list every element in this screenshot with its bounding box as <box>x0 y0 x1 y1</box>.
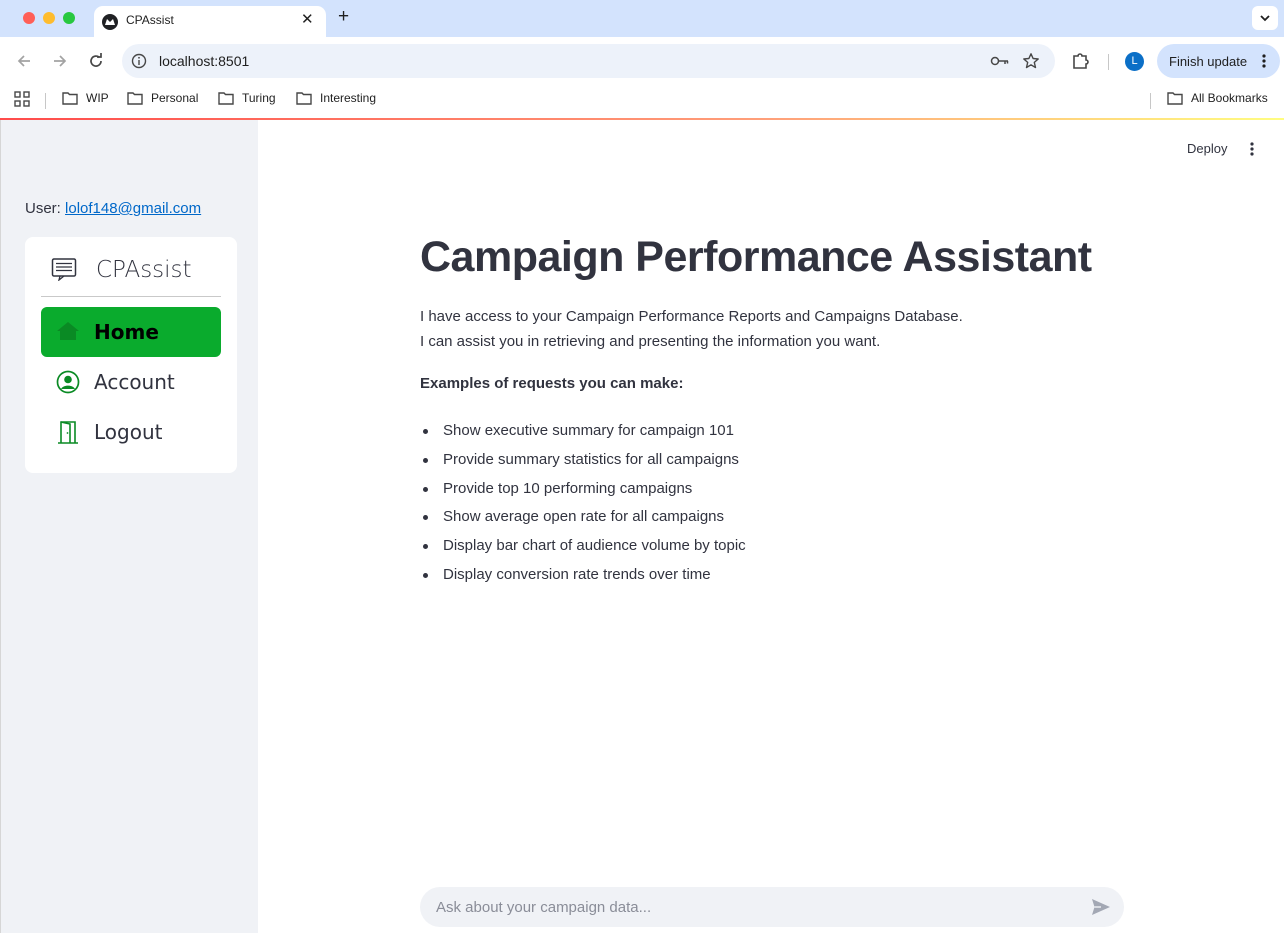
send-icon[interactable] <box>1091 898 1111 921</box>
user-circle-icon <box>56 370 80 399</box>
home-icon <box>56 320 80 347</box>
profile-avatar[interactable]: L <box>1125 52 1144 71</box>
sidebar: User: lolof148@gmail.com CPAssist Home A… <box>0 120 258 933</box>
list-item: Show executive summary for campaign 101 <box>420 417 1020 446</box>
bookmark-label: Personal <box>151 91 199 105</box>
browser-tab-bar: CPAssist ✕ + <box>0 0 1284 37</box>
user-info: User: lolof148@gmail.com <box>25 200 201 217</box>
reload-icon[interactable] <box>86 51 106 71</box>
bookmark-label: Turing <box>242 91 276 105</box>
window-maximize-button[interactable] <box>63 12 75 24</box>
list-item: Provide summary statistics for all campa… <box>420 446 1020 475</box>
menu-item-home[interactable]: Home <box>41 307 221 357</box>
intro-text-line-1: I have access to your Campaign Performan… <box>420 308 963 325</box>
window-minimize-button[interactable] <box>43 12 55 24</box>
address-bar[interactable]: localhost:8501 <box>122 44 1055 78</box>
folder-icon <box>296 92 312 105</box>
toolbar-divider <box>1108 54 1109 70</box>
bookmark-label: WIP <box>86 91 109 105</box>
new-tab-plus-icon[interactable]: + <box>338 7 349 27</box>
brand-title: CPAssist <box>96 257 192 283</box>
password-key-icon[interactable] <box>990 53 1010 74</box>
bookmark-label: Interesting <box>320 91 377 105</box>
examples-heading: Examples of requests you can make: <box>420 375 684 392</box>
menu-item-account[interactable]: Account <box>41 357 221 407</box>
bookmarks-bar: WIP Personal Turing Interesting All Book… <box>0 84 1284 118</box>
more-vert-icon <box>1262 54 1266 73</box>
main-content: Deploy Campaign Performance Assistant I … <box>258 120 1284 933</box>
main-menu-kebab-icon[interactable] <box>1250 142 1254 161</box>
all-bookmarks-label: All Bookmarks <box>1191 91 1268 105</box>
streamlit-favicon-icon <box>102 14 118 30</box>
menu-divider <box>41 296 221 297</box>
apps-grid-icon[interactable] <box>14 91 30 112</box>
folder-icon <box>127 92 143 105</box>
finish-update-label: Finish update <box>1169 54 1248 69</box>
chat-input-container <box>420 887 1124 927</box>
intro-text-line-2: I can assist you in retrieving and prese… <box>420 333 881 350</box>
door-icon <box>56 420 80 449</box>
deploy-button[interactable]: Deploy <box>1187 141 1227 156</box>
user-email-link[interactable]: lolof148@gmail.com <box>65 200 201 217</box>
page-title: Campaign Performance Assistant <box>420 233 1092 281</box>
close-tab-icon[interactable]: ✕ <box>301 12 314 28</box>
list-item: Display bar chart of audience volume by … <box>420 532 1020 561</box>
menu-item-logout[interactable]: Logout <box>41 407 221 457</box>
list-item: Show average open rate for all campaigns <box>420 503 1020 532</box>
window-close-button[interactable] <box>23 12 35 24</box>
menu-item-label: Logout <box>94 420 163 444</box>
list-item: Provide top 10 performing campaigns <box>420 475 1020 504</box>
tab-search-chevron-icon[interactable] <box>1252 6 1278 30</box>
folder-icon <box>62 92 78 105</box>
finish-update-button[interactable]: Finish update <box>1157 44 1280 78</box>
url-text: localhost:8501 <box>159 53 250 69</box>
newspaper-icon <box>51 257 77 286</box>
back-arrow-icon[interactable] <box>14 51 34 71</box>
menu-item-label: Account <box>94 370 175 394</box>
chat-input[interactable] <box>436 897 1056 917</box>
folder-icon <box>218 92 234 105</box>
bookmark-star-icon[interactable] <box>1022 52 1040 75</box>
forward-arrow-icon[interactable] <box>50 51 70 71</box>
folder-icon <box>1167 92 1183 105</box>
menu-item-label: Home <box>94 320 159 344</box>
list-item: Display conversion rate trends over time <box>420 561 1020 590</box>
tab-title: CPAssist <box>126 13 174 27</box>
option-menu: CPAssist Home Account Logout <box>25 237 237 473</box>
browser-tab-cpassist[interactable]: CPAssist ✕ <box>94 6 326 37</box>
extensions-puzzle-icon[interactable] <box>1071 52 1091 75</box>
examples-list: Show executive summary for campaign 101 … <box>420 417 1020 590</box>
site-info-icon[interactable] <box>131 53 147 69</box>
browser-toolbar: localhost:8501 L Finish update <box>0 37 1284 84</box>
user-prefix: User: <box>25 200 61 217</box>
bookmarks-divider <box>45 93 46 109</box>
bookmarks-divider <box>1150 93 1151 109</box>
